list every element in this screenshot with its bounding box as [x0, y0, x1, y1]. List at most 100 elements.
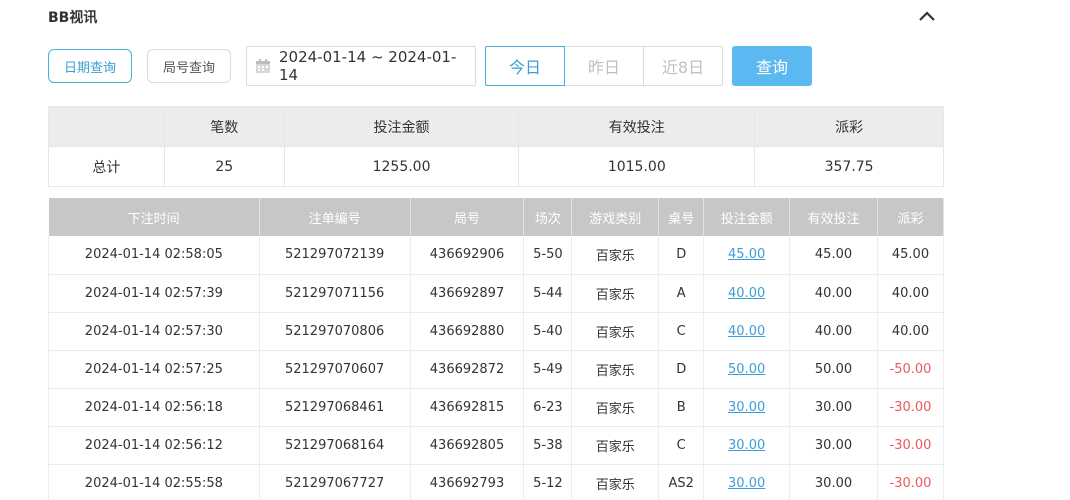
round-id: 436692805 [409, 426, 525, 465]
table-row: 2024-01-14 02:57:25 521297070607 4366928… [48, 350, 945, 389]
summary-header-row: 笔数 投注金额 有效投注 派彩 [48, 106, 944, 147]
date-range-input[interactable]: 2024-01-14 ~ 2024-01-14 [246, 46, 476, 86]
col-table-no: 桌号 [658, 198, 705, 236]
session: 5-44 [523, 274, 573, 313]
bet-time: 2024-01-14 02:57:25 [48, 350, 260, 389]
bet-id: 521297068164 [258, 426, 411, 465]
bet-amount-link[interactable]: 30.00 [728, 438, 765, 453]
round-id: 436692897 [409, 274, 525, 313]
bet-amount-link[interactable]: 50.00 [728, 362, 765, 377]
table-row: 2024-01-14 02:57:30 521297070806 4366928… [48, 312, 945, 351]
bet-amount-link[interactable]: 30.00 [728, 400, 765, 415]
bet-amount-link[interactable]: 40.00 [728, 286, 765, 301]
bet-time: 2024-01-14 02:58:05 [48, 236, 260, 275]
session: 5-50 [523, 236, 573, 275]
col-bet-id: 注单编号 [259, 198, 411, 236]
summary-header-valid-bet: 有效投注 [518, 106, 756, 147]
table-row: 2024-01-14 02:57:39 521297071156 4366928… [48, 274, 945, 313]
table-no: C [658, 312, 705, 351]
bet-id: 521297067727 [258, 464, 411, 500]
table-no: C [658, 426, 705, 465]
bet-time: 2024-01-14 02:57:39 [48, 274, 260, 313]
bet-id: 521297071156 [258, 274, 411, 313]
last-8-days-button[interactable]: 近8日 [644, 46, 723, 86]
section-title: BB视讯 [48, 10, 98, 26]
session: 6-23 [523, 388, 573, 427]
today-button[interactable]: 今日 [485, 46, 565, 86]
payout: -30.00 [876, 426, 945, 465]
game-type: 百家乐 [571, 464, 660, 500]
summary-header-count: 笔数 [163, 106, 285, 147]
bet-records-table: 下注时间 注单编号 局号 场次 游戏类别 桌号 投注金额 有效投注 派彩 202… [48, 198, 945, 500]
bet-amount-link[interactable]: 45.00 [728, 247, 765, 262]
summary-header-label [48, 106, 165, 147]
bet-time: 2024-01-14 02:56:18 [48, 388, 260, 427]
session: 5-49 [523, 350, 573, 389]
round-id: 436692880 [409, 312, 525, 351]
bet-amount-link[interactable]: 40.00 [728, 324, 765, 339]
game-type: 百家乐 [571, 426, 660, 465]
valid-bet: 40.00 [789, 274, 878, 313]
calendar-icon [255, 58, 271, 74]
bet-id: 521297070806 [258, 312, 411, 351]
round-query-tab[interactable]: 局号查询 [147, 49, 231, 83]
date-query-tab[interactable]: 日期查询 [48, 49, 132, 83]
bet-amount-cell: 40.00 [703, 274, 791, 313]
session: 5-38 [523, 426, 573, 465]
payout: -50.00 [876, 350, 945, 389]
game-type: 百家乐 [571, 274, 660, 313]
summary-total-row: 总计 25 1255.00 1015.00 357.75 [48, 146, 944, 187]
payout: -30.00 [876, 388, 945, 427]
bet-time: 2024-01-14 02:57:30 [48, 312, 260, 351]
bet-id: 521297070607 [258, 350, 411, 389]
summary-header-payout: 派彩 [754, 106, 944, 147]
session: 5-12 [523, 464, 573, 500]
col-game-type: 游戏类别 [571, 198, 660, 236]
bet-amount-cell: 30.00 [703, 464, 791, 500]
round-id: 436692906 [409, 236, 525, 275]
summary-total-payout: 357.75 [754, 146, 944, 187]
payout: 40.00 [876, 312, 945, 351]
table-no: B [658, 388, 705, 427]
bet-amount-link[interactable]: 30.00 [728, 476, 765, 491]
valid-bet: 50.00 [789, 350, 878, 389]
col-session: 场次 [523, 198, 573, 236]
round-id: 436692793 [409, 464, 525, 500]
table-row: 2024-01-14 02:56:12 521297068164 4366928… [48, 426, 945, 465]
quick-date-group: 今日 昨日 近8日 [485, 46, 723, 86]
valid-bet: 30.00 [789, 426, 878, 465]
col-bet-time: 下注时间 [48, 198, 260, 236]
table-no: D [658, 350, 705, 389]
table-row: 2024-01-14 02:55:58 521297067727 4366927… [48, 464, 945, 500]
col-valid-bet: 有效投注 [789, 198, 878, 236]
yesterday-button[interactable]: 昨日 [565, 46, 644, 86]
game-type: 百家乐 [571, 236, 660, 275]
records-body: 2024-01-14 02:58:05 521297072139 4366929… [48, 236, 945, 500]
summary-table: 笔数 投注金额 有效投注 派彩 总计 25 1255.00 1015.00 35… [48, 106, 944, 187]
payout: -30.00 [876, 464, 945, 500]
bet-id: 521297068461 [258, 388, 411, 427]
date-range-value: 2024-01-14 ~ 2024-01-14 [279, 48, 457, 84]
col-bet-amount: 投注金额 [703, 198, 791, 236]
summary-total-count: 25 [163, 146, 285, 187]
table-no: AS2 [658, 464, 705, 500]
table-row: 2024-01-14 02:58:05 521297072139 4366929… [48, 236, 945, 275]
chevron-up-icon [919, 11, 935, 21]
session: 5-40 [523, 312, 573, 351]
table-no: A [658, 274, 705, 313]
bet-amount-cell: 30.00 [703, 388, 791, 427]
table-no: D [658, 236, 705, 275]
collapse-button[interactable] [916, 6, 938, 26]
bet-amount-cell: 50.00 [703, 350, 791, 389]
records-header-row: 下注时间 注单编号 局号 场次 游戏类别 桌号 投注金额 有效投注 派彩 [48, 198, 945, 236]
valid-bet: 40.00 [789, 312, 878, 351]
col-round-id: 局号 [410, 198, 525, 236]
query-button[interactable]: 查询 [732, 46, 812, 86]
round-id: 436692815 [409, 388, 525, 427]
summary-header-bet-amount: 投注金额 [283, 106, 520, 147]
round-id: 436692872 [409, 350, 525, 389]
bet-amount-cell: 45.00 [703, 236, 791, 275]
bet-amount-cell: 30.00 [703, 426, 791, 465]
game-type: 百家乐 [571, 350, 660, 389]
valid-bet: 30.00 [789, 464, 878, 500]
